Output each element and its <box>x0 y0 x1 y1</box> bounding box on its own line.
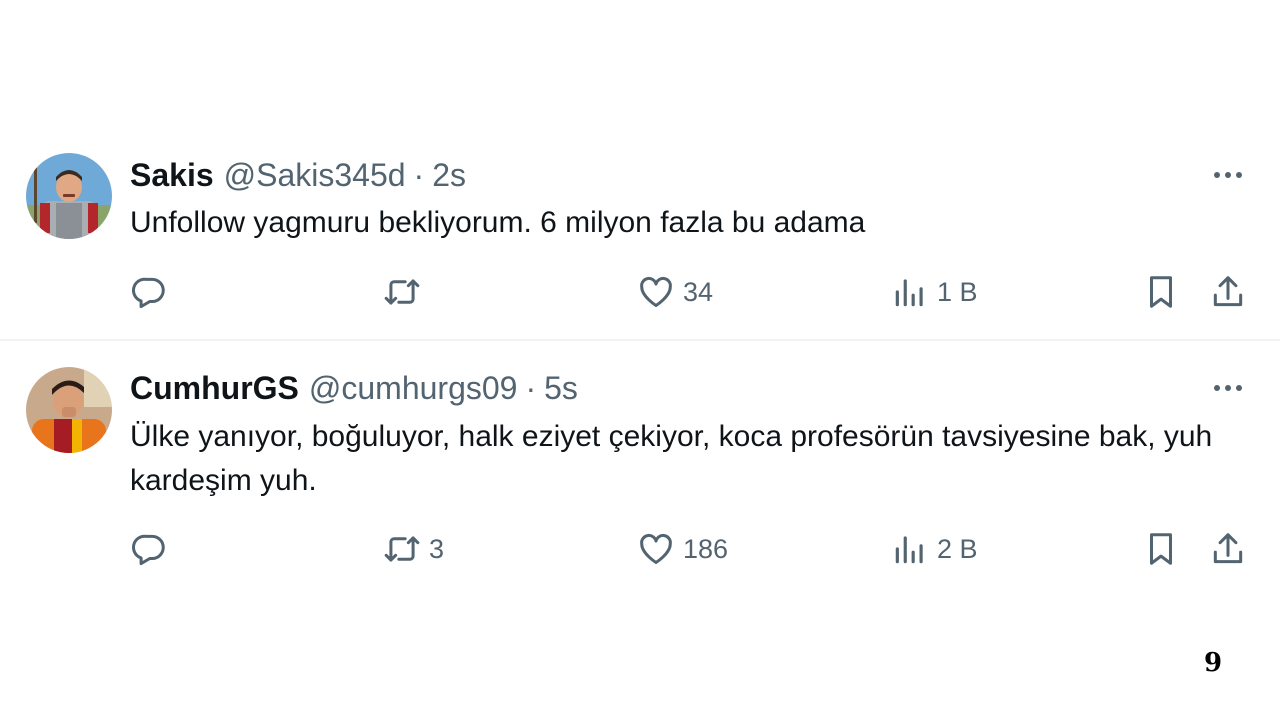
reply-button[interactable] <box>130 527 176 571</box>
bookmark-button[interactable] <box>1142 527 1180 571</box>
more-icon[interactable] <box>1206 373 1250 403</box>
avatar[interactable] <box>26 367 112 453</box>
timestamp[interactable]: 5s <box>544 370 578 407</box>
views-icon <box>895 279 923 307</box>
views-button[interactable]: 2 B <box>891 527 978 571</box>
reply-button[interactable] <box>130 270 176 314</box>
user-handle[interactable]: @Sakis345d <box>224 157 406 194</box>
tweet-actions: 3 186 2 B <box>0 527 1280 571</box>
share-button[interactable] <box>1209 270 1247 314</box>
display-name[interactable]: CumhurGS <box>130 370 299 407</box>
tweet-actions: 34 1 B <box>0 270 1280 314</box>
retweet-count: 3 <box>429 533 445 564</box>
bookmark-icon <box>1149 533 1173 565</box>
like-button[interactable]: 186 <box>637 527 728 571</box>
tweet-text: Unfollow yagmuru bekliyorum. 6 milyon fa… <box>130 206 866 239</box>
heart-icon <box>640 533 672 564</box>
retweet-icon <box>384 279 420 305</box>
retweet-icon <box>384 536 420 562</box>
view-count: 1 B <box>937 276 978 307</box>
heart-icon <box>640 276 672 307</box>
separator-dot: · <box>413 156 425 193</box>
share-icon <box>1213 276 1243 307</box>
retweet-button[interactable]: 3 <box>383 527 444 571</box>
share-button[interactable] <box>1209 527 1247 571</box>
page-number: 9 <box>1204 648 1223 678</box>
avatar[interactable] <box>26 153 112 239</box>
warrior-armor-avatar <box>26 153 112 239</box>
like-count: 34 <box>683 276 714 307</box>
timestamp[interactable]: 2s <box>432 157 466 194</box>
reply-icon <box>131 277 165 309</box>
tweet-header: Sakis @Sakis345d · 2s <box>130 155 466 195</box>
views-icon <box>895 536 923 564</box>
share-icon <box>1213 533 1243 564</box>
display-name[interactable]: Sakis <box>130 157 214 194</box>
tweet[interactable]: CumhurGS @cumhurgs09 · 5s Ülke yanıyor, … <box>0 341 1280 581</box>
user-handle[interactable]: @cumhurgs09 <box>309 370 518 407</box>
separator-dot: · <box>525 369 537 406</box>
views-button[interactable]: 1 B <box>891 270 978 314</box>
like-button[interactable]: 34 <box>637 270 713 314</box>
galatasaray-jersey-avatar <box>26 367 112 453</box>
more-icon[interactable] <box>1206 160 1250 190</box>
like-count: 186 <box>683 533 729 564</box>
tweet-text: Ülke yanıyor, boğuluyor, halk eziyet çek… <box>130 420 1213 497</box>
tweet[interactable]: Sakis @Sakis345d · 2s Unfollow yagmuru b… <box>0 148 1280 340</box>
view-count: 2 B <box>937 533 978 564</box>
tweet-header: CumhurGS @cumhurgs09 · 5s <box>130 368 578 408</box>
bookmark-icon <box>1149 276 1173 308</box>
reply-icon <box>131 534 165 566</box>
bookmark-button[interactable] <box>1142 270 1180 314</box>
retweet-button[interactable] <box>383 270 429 314</box>
